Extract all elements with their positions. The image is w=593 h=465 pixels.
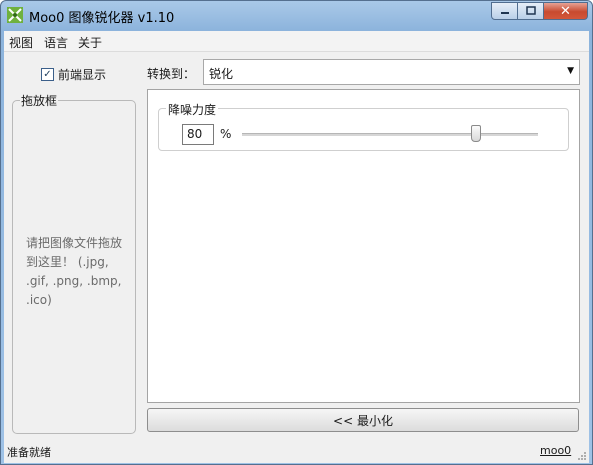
checkbox-label: 前端显示 (58, 68, 107, 82)
dropdown-value: 锐化 (209, 67, 234, 81)
settings-panel: 降噪力度 80 % (147, 89, 580, 403)
app-window: Moo0 图像锐化器 v1.10 ✕ 视图 语言 关于 ✓ 前端显示 拖放框 请… (0, 0, 593, 465)
percent-unit: % (220, 127, 232, 141)
chevron-down-icon: ▼ (567, 66, 574, 76)
window-title: Moo0 图像锐化器 v1.10 (29, 11, 175, 26)
status-text: 准备就绪 (7, 446, 51, 459)
client-area: 视图 语言 关于 ✓ 前端显示 拖放框 请把图像文件拖放到这里！ (.jpg, … (4, 31, 589, 463)
menu-view[interactable]: 视图 (9, 34, 33, 51)
drop-zone-hint: 请把图像文件拖放到这里！ (.jpg, .gif, .png, .bmp, .i… (26, 236, 123, 307)
noise-reduction-slider[interactable] (242, 133, 538, 136)
convert-to-label: 转换到： (147, 67, 196, 81)
window-controls: ✕ (491, 2, 588, 21)
convert-to-dropdown[interactable]: 锐化 ▼ (203, 59, 580, 85)
menu-language[interactable]: 语言 (44, 34, 68, 51)
maximize-icon (525, 6, 536, 15)
menu-about[interactable]: 关于 (78, 34, 102, 51)
menu-bar: 视图 语言 关于 (4, 31, 589, 52)
noise-reduction-input[interactable]: 80 (182, 124, 214, 145)
resize-grip-icon[interactable] (577, 451, 587, 461)
close-icon: ✕ (560, 3, 571, 19)
sharpen-app-icon (7, 7, 23, 23)
minimize-icon (500, 12, 509, 14)
title-bar[interactable]: Moo0 图像锐化器 v1.10 ✕ (1, 1, 592, 29)
maximize-window-button[interactable] (518, 2, 544, 20)
moo0-link[interactable]: moo0 (540, 444, 571, 457)
always-on-top-checkbox[interactable]: ✓ 前端显示 (41, 66, 106, 83)
noise-reduction-legend: 降噪力度 (166, 101, 219, 118)
status-bar: 准备就绪 moo0 (4, 439, 589, 463)
minimize-window-button[interactable] (491, 2, 518, 20)
minimize-view-button[interactable]: << 最小化 (147, 408, 579, 432)
slider-thumb[interactable] (470, 125, 481, 142)
close-window-button[interactable]: ✕ (544, 2, 588, 20)
drop-zone-legend: 拖放框 (20, 92, 59, 109)
checkbox-box[interactable]: ✓ (41, 68, 54, 81)
